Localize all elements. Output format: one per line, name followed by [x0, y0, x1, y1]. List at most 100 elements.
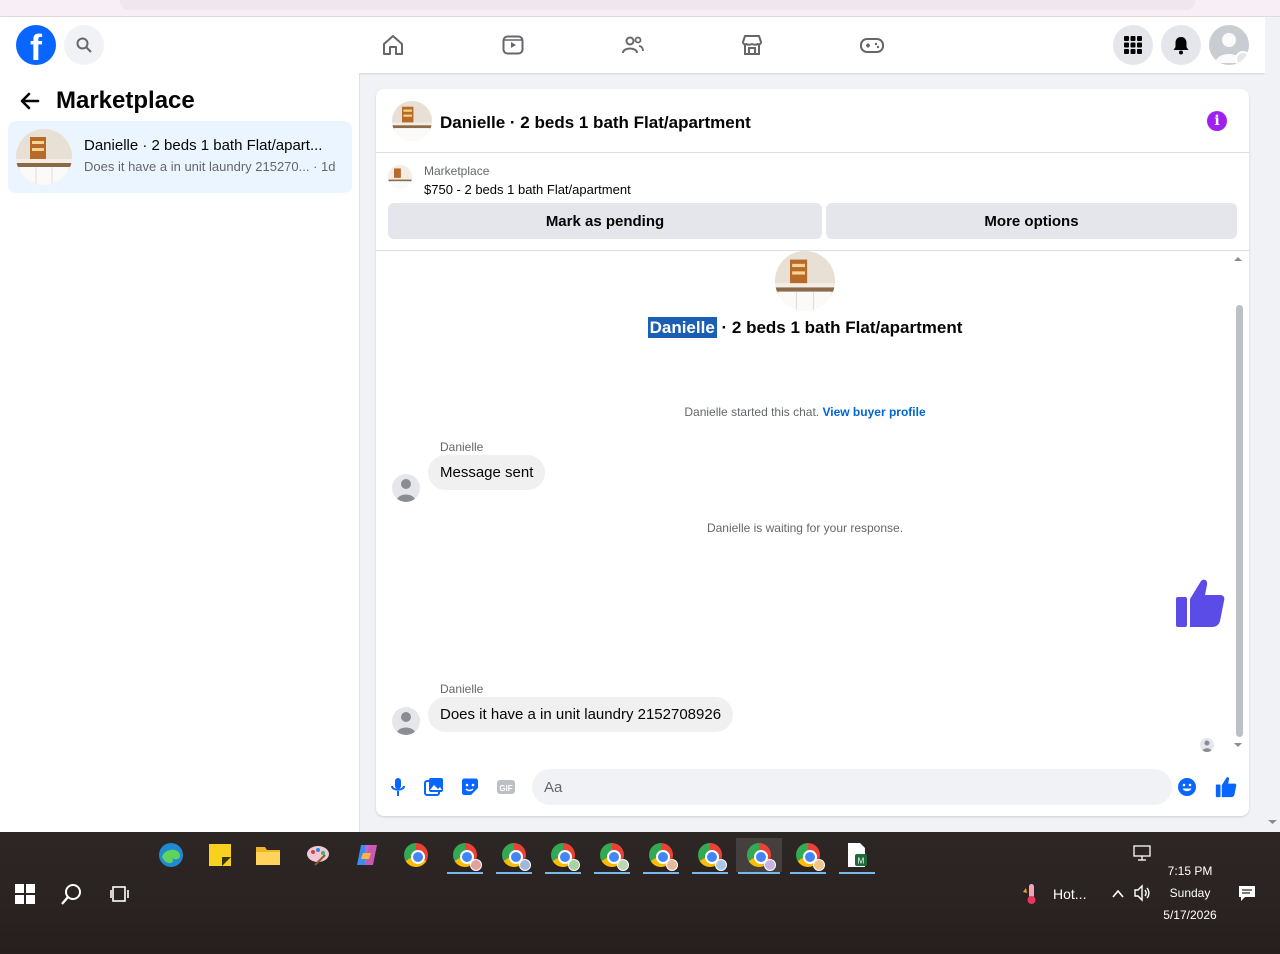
taskbar-paint[interactable] — [298, 838, 338, 872]
user-icon — [396, 479, 416, 502]
taskbar-chrome[interactable] — [396, 838, 436, 872]
thread-title-rest: · 2 beds 1 bath Flat/apartment — [716, 318, 963, 337]
page-scrollbar[interactable] — [1265, 17, 1280, 832]
thread-scroll-thumb[interactable] — [1236, 305, 1243, 737]
nav-home[interactable] — [377, 29, 409, 61]
paint-icon — [307, 846, 329, 866]
taskbar-chrome-profile[interactable] — [543, 838, 583, 874]
gif-icon: GIF — [497, 780, 515, 794]
sidebar-header: Marketplace — [20, 87, 195, 115]
speaker-icon — [1134, 884, 1150, 902]
view-buyer-profile-link[interactable]: View buyer profile — [822, 405, 925, 419]
photo-icon — [424, 778, 443, 796]
sticker-icon — [462, 778, 478, 795]
message-bubble[interactable]: Does it have a in unit laundry 215270892… — [428, 697, 734, 732]
nav-gaming[interactable] — [856, 29, 888, 61]
taskbar-sticky-notes[interactable] — [200, 838, 240, 872]
back-arrow-icon[interactable] — [20, 91, 40, 111]
conversation-item[interactable]: Danielle · 2 beds 1 bath Flat/apart... D… — [8, 121, 352, 193]
nav-video[interactable] — [497, 29, 529, 61]
sidebar-title: Marketplace — [56, 87, 195, 114]
message-sender: Danielle — [440, 682, 484, 696]
message-bubble[interactable]: Message sent — [428, 455, 546, 490]
account-button[interactable] — [1209, 25, 1249, 65]
gaming-icon — [860, 38, 884, 53]
taskbar-chrome-profile[interactable] — [592, 838, 632, 874]
voice-clip-button[interactable] — [386, 775, 410, 799]
thread-title: Danielle · 2 beds 1 bath Flat/apartment — [376, 317, 1234, 338]
task-view-button[interactable] — [110, 884, 130, 904]
taskbar-edge[interactable] — [151, 838, 191, 872]
search-icon — [61, 884, 81, 905]
facebook-logo[interactable]: f — [16, 25, 56, 65]
weather-widget[interactable]: Hot... — [1020, 882, 1090, 906]
send-like-button[interactable] — [1214, 775, 1238, 799]
sticker-button[interactable] — [458, 775, 482, 799]
thermometer-icon — [1023, 884, 1036, 904]
sender-avatar[interactable] — [392, 707, 420, 735]
message-input[interactable]: Aa — [532, 769, 1172, 805]
copilot-icon — [357, 845, 377, 865]
thumbs-up-icon — [1215, 777, 1237, 798]
message-thread: Danielle · 2 beds 1 bath Flat/apartment … — [376, 251, 1249, 761]
clock-day: Sunday — [1169, 886, 1211, 900]
marketplace-icon — [742, 35, 762, 55]
taskbar-document-app[interactable]: M — [837, 838, 877, 874]
start-button[interactable] — [15, 884, 35, 904]
chat-started-notice: Danielle started this chat. View buyer p… — [376, 405, 1234, 419]
friends-icon — [622, 36, 644, 54]
info-icon[interactable]: i — [1207, 111, 1227, 131]
volume-button[interactable] — [1133, 884, 1151, 902]
listing-small-thumbnail[interactable] — [388, 165, 412, 189]
user-icon — [396, 712, 416, 735]
gif-button[interactable]: GIF — [494, 775, 518, 799]
menu-button[interactable] — [1113, 25, 1153, 65]
message-composer: GIF Aa — [376, 761, 1249, 816]
sender-avatar[interactable] — [392, 474, 420, 502]
scroll-down-icon — [1268, 820, 1277, 824]
notification-center-button[interactable] — [1238, 884, 1256, 902]
chrome-icon — [404, 843, 428, 867]
windows-icon — [15, 884, 35, 904]
taskbar-chrome-profile[interactable] — [641, 838, 681, 874]
nav-marketplace[interactable] — [736, 29, 768, 61]
selected-name-text: Danielle — [647, 317, 717, 338]
show-hidden-icons-button[interactable] — [1111, 887, 1125, 901]
browser-address-strip — [0, 0, 1280, 17]
read-receipt-avatar — [1200, 738, 1214, 752]
taskbar-search-button[interactable] — [60, 882, 84, 906]
document-icon: M — [848, 843, 867, 867]
taskbar-chrome-profile[interactable] — [445, 838, 485, 874]
listing-thumbnail — [16, 129, 72, 185]
attach-photo-button[interactable] — [422, 775, 446, 799]
edge-icon — [159, 843, 183, 867]
nav-friends[interactable] — [617, 29, 649, 61]
chat-thumbnail[interactable] — [392, 101, 432, 141]
network-icon — [1133, 845, 1151, 861]
chrome-profile-icon — [600, 843, 629, 871]
notifications-button[interactable] — [1161, 25, 1201, 65]
taskbar-chrome-profile-active[interactable] — [736, 838, 782, 874]
address-bar[interactable] — [120, 0, 1195, 10]
emoji-button[interactable] — [1175, 775, 1199, 799]
taskbar-chrome-profile[interactable] — [494, 838, 534, 874]
clock[interactable]: 7:15 PM Sunday 5/17/2026 — [1155, 862, 1225, 924]
folder-icon — [256, 847, 280, 865]
more-options-button[interactable]: More options — [826, 203, 1237, 239]
chrome-profile-icon — [698, 843, 727, 871]
listing-price-title[interactable]: $750 - 2 beds 1 bath Flat/apartment — [424, 182, 631, 197]
taskbar-chrome-profile[interactable] — [788, 838, 828, 874]
chat-title[interactable]: Danielle · 2 beds 1 bath Flat/apartment — [440, 113, 751, 133]
listing-large-thumbnail[interactable] — [775, 251, 835, 311]
taskbar-copilot[interactable] — [347, 838, 387, 872]
like-sticker[interactable] — [1174, 577, 1226, 634]
thumbs-up-icon — [1176, 579, 1225, 627]
chat-started-text: Danielle started this chat. — [684, 405, 820, 419]
taskbar-chrome-profile[interactable] — [690, 838, 730, 874]
task-view-icon — [110, 886, 129, 902]
mark-as-pending-button[interactable]: Mark as pending — [388, 203, 822, 239]
taskbar-file-explorer[interactable] — [248, 838, 288, 872]
chrome-profile-icon — [649, 843, 678, 871]
search-button[interactable] — [64, 25, 104, 65]
network-button[interactable] — [1133, 845, 1151, 861]
